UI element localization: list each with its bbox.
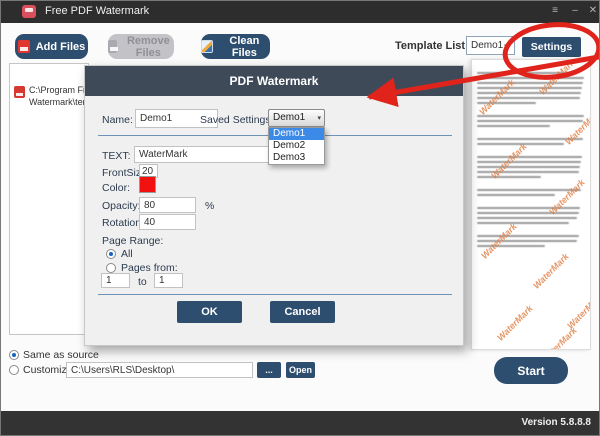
same-as-source-label: Same as source [23, 349, 99, 361]
all-pages-label: All [121, 248, 133, 260]
chevron-down-icon: ▾ [317, 114, 321, 122]
customize-radio[interactable] [9, 365, 19, 375]
page-range-label: Page Range: [102, 235, 163, 247]
same-as-source-radio[interactable] [9, 350, 19, 360]
to-label: to [138, 276, 147, 288]
template-list-label: Template List: [395, 40, 469, 52]
start-button[interactable]: Start [494, 357, 568, 384]
close-icon[interactable]: ✕ [585, 3, 600, 19]
file-path-line2: Watermark\tem [29, 97, 89, 107]
app-icon [22, 5, 36, 18]
status-bar: Version 5.8.8.8 [1, 411, 600, 436]
version-label: Version 5.8.8.8 [522, 417, 592, 428]
saved-settings-dropdown[interactable]: Demo1 ▾ [268, 109, 325, 127]
watermark-text: WaterMark [565, 291, 591, 330]
remove-files-button[interactable]: Remove Files [108, 34, 174, 59]
output-path-input[interactable] [66, 362, 253, 378]
color-label: Color: [102, 182, 130, 194]
divider [98, 294, 452, 295]
cancel-button[interactable]: Cancel [270, 301, 335, 323]
minimize-icon[interactable]: – [567, 3, 583, 19]
ok-button[interactable]: OK [177, 301, 242, 323]
rotation-input[interactable] [139, 214, 196, 230]
opacity-label: Opacity: [102, 200, 141, 212]
watermark-dialog: PDF Watermark Name: Saved Settings: Demo… [84, 65, 464, 346]
title-bar: Free PDF Watermark ≡ – ✕ [1, 1, 600, 23]
browse-button[interactable]: ... [257, 362, 281, 378]
chevron-down-icon: ▾ [504, 42, 508, 50]
pdf-preview: WaterMark WaterMark WaterMark WaterMark … [471, 59, 591, 350]
pages-from-radio[interactable] [106, 263, 116, 273]
clean-file-icon [201, 40, 213, 53]
list-item[interactable]: C:\Program Files Watermark\tem [14, 84, 89, 108]
file-list[interactable]: C:\Program Files Watermark\tem [9, 63, 89, 335]
remove-file-icon [108, 40, 117, 53]
add-files-button[interactable]: Add Files [15, 34, 88, 59]
clean-files-button[interactable]: Clean Files [201, 34, 270, 59]
page-from-input[interactable] [101, 273, 130, 288]
saved-settings-options: Demo1 Demo2 Demo3 [268, 127, 325, 165]
name-label: Name: [102, 114, 133, 126]
page-to-input[interactable] [154, 273, 183, 288]
settings-button[interactable]: Settings [522, 37, 581, 57]
pdf-file-icon [14, 86, 25, 98]
app-window: Free PDF Watermark ≡ – ✕ Add Files Remov… [0, 0, 600, 436]
watermark-text: WaterMark [495, 303, 534, 342]
saved-settings-label: Saved Settings: [200, 114, 274, 126]
rotation-label: Rotation: [102, 217, 144, 229]
all-pages-radio[interactable] [106, 249, 116, 259]
option-demo1[interactable]: Demo1 [269, 128, 324, 140]
add-file-icon [18, 40, 30, 53]
menu-icon[interactable]: ≡ [547, 3, 563, 19]
open-button[interactable]: Open [286, 362, 315, 378]
window-title: Free PDF Watermark [45, 5, 149, 17]
color-swatch[interactable] [139, 176, 156, 193]
opacity-input[interactable] [139, 197, 196, 213]
option-demo2[interactable]: Demo2 [269, 140, 324, 152]
file-path-line1: C:\Program Files [29, 85, 89, 95]
dialog-title[interactable]: PDF Watermark [85, 66, 463, 96]
opacity-unit: % [205, 200, 214, 212]
option-demo3[interactable]: Demo3 [269, 152, 324, 164]
watermark-text: WaterMark [539, 325, 578, 350]
text-label: TEXT: [102, 150, 131, 162]
